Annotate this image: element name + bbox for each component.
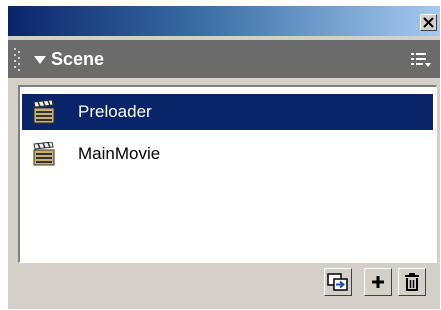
clapperboard-icon (33, 100, 55, 124)
close-button[interactable] (420, 14, 437, 31)
panel-options-button[interactable] (410, 51, 432, 69)
add-scene-icon (372, 276, 384, 288)
add-scene-button[interactable] (364, 268, 392, 296)
duplicate-scene-icon (327, 273, 348, 291)
panel-title: Scene (51, 49, 105, 69)
scene-list-item-preloader[interactable]: Preloader (22, 94, 433, 130)
scene-list[interactable]: Preloader MainMovie (18, 85, 437, 263)
scene-list-item-mainmovie[interactable]: MainMovie (22, 136, 433, 172)
clapperboard-icon (33, 142, 55, 166)
scene-label: Preloader (78, 102, 152, 121)
drag-grip-icon[interactable] (14, 48, 22, 72)
scene-panel: Scene Preloader MainMovie (8, 6, 440, 309)
list-menu-icon (411, 53, 431, 67)
scene-label: MainMovie (78, 144, 161, 163)
panel-title-bar[interactable] (8, 6, 440, 36)
delete-scene-button[interactable] (398, 268, 426, 296)
panel-header[interactable]: Scene (8, 40, 440, 78)
collapse-arrow-icon[interactable] (34, 56, 46, 64)
scene-toolbar (8, 268, 440, 300)
duplicate-scene-button[interactable] (324, 268, 352, 296)
trash-icon (405, 273, 419, 291)
close-icon (423, 17, 434, 28)
